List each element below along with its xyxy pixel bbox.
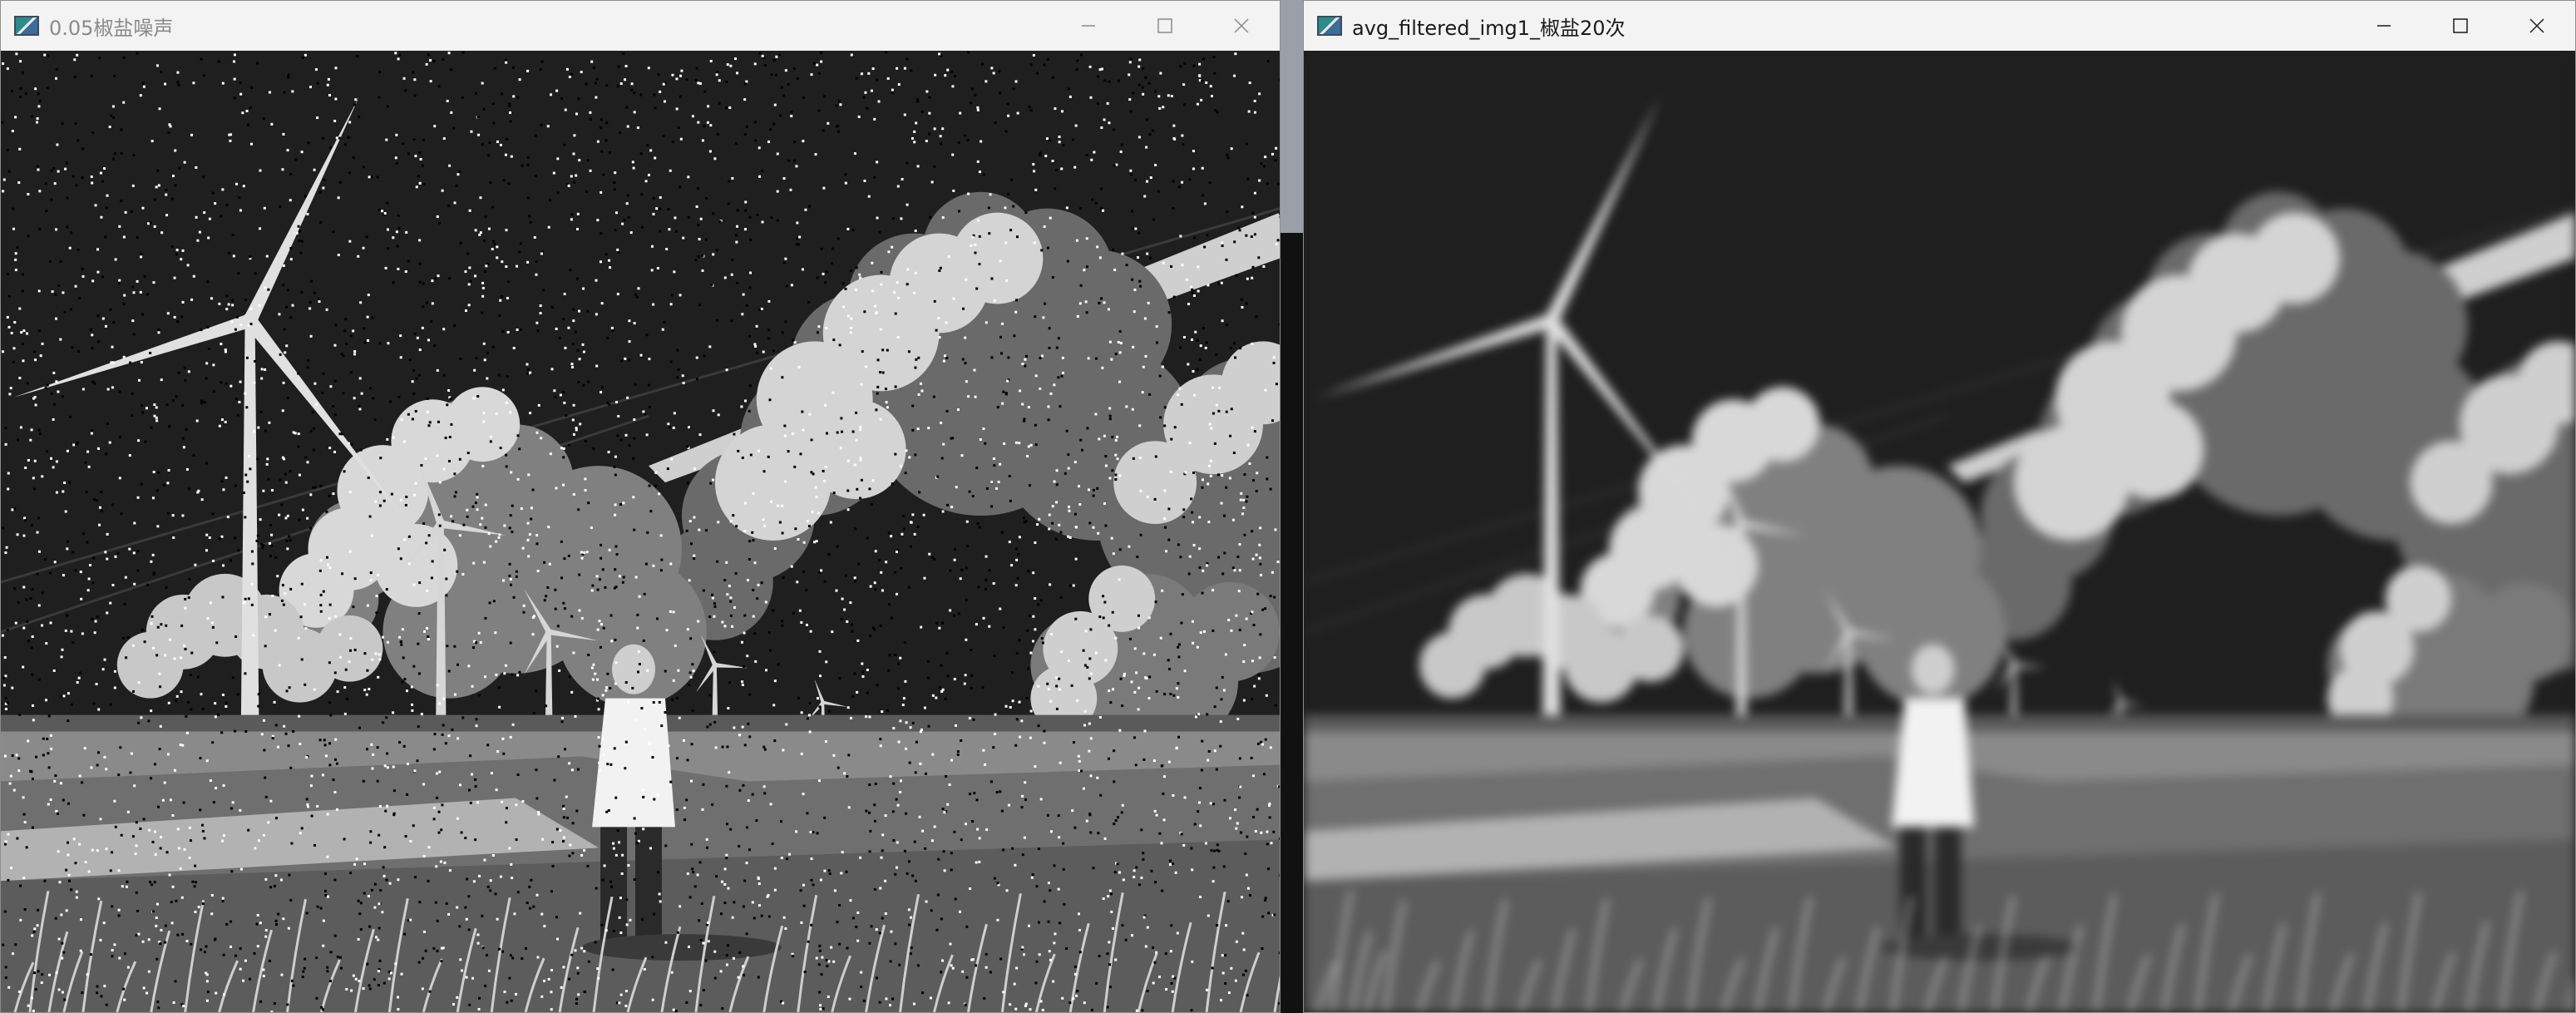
filtered-image-window[interactable]: avg_filtered_img1_椒盐20次 — [1303, 0, 2576, 1013]
minimize-icon — [2377, 25, 2391, 27]
image-canvas — [1304, 51, 2575, 1012]
minimize-button[interactable] — [2346, 1, 2422, 51]
window-title: avg_filtered_img1_椒盐20次 — [1352, 16, 1626, 40]
turbine-hub — [2119, 700, 2124, 705]
turbine-hub — [1736, 519, 1746, 529]
turbine-hub — [2011, 662, 2017, 668]
maximize-button[interactable] — [1127, 1, 1203, 51]
minimize-button[interactable] — [1050, 1, 1127, 51]
noisy-image-window[interactable]: 0.05椒盐噪声 — [0, 0, 1281, 1013]
maximize-button[interactable] — [2422, 1, 2499, 51]
background-dark-strip — [1281, 233, 1304, 1013]
app-icon — [14, 16, 39, 36]
figure-leg — [1934, 827, 1962, 944]
turbine-hub — [436, 519, 446, 529]
turbine-hub — [242, 312, 259, 329]
figure-leg — [1899, 827, 1927, 944]
turbine-hub — [1845, 628, 1853, 635]
close-button[interactable] — [1203, 1, 1280, 51]
maximize-icon — [2453, 18, 2468, 33]
turbine-hub — [1543, 312, 1560, 329]
filtered-image — [1304, 51, 2575, 1012]
figure-head — [1911, 644, 1955, 694]
close-icon — [1234, 18, 1249, 33]
maximize-icon — [1157, 18, 1172, 33]
turbine-hub — [821, 700, 826, 705]
window-controls — [1050, 1, 1280, 51]
noisy-image — [1, 51, 1280, 1012]
window-title: 0.05椒盐噪声 — [49, 16, 174, 40]
turbine-hub — [712, 662, 718, 668]
figure-leg — [635, 827, 662, 944]
window-controls — [2346, 1, 2575, 51]
close-icon — [2529, 18, 2544, 33]
figure-shirt — [592, 698, 675, 828]
title-bar[interactable]: avg_filtered_img1_椒盐20次 — [1304, 1, 2575, 51]
image-canvas — [1, 51, 1280, 1012]
app-icon — [1317, 16, 1342, 36]
turbine-hub — [545, 628, 553, 635]
close-button[interactable] — [2499, 1, 2575, 51]
minimize-icon — [1082, 25, 1095, 27]
title-bar[interactable]: 0.05椒盐噪声 — [1, 1, 1280, 51]
figure-shirt — [1891, 698, 1975, 828]
figure-shadow — [582, 934, 782, 961]
figure-shadow — [1882, 934, 2080, 961]
